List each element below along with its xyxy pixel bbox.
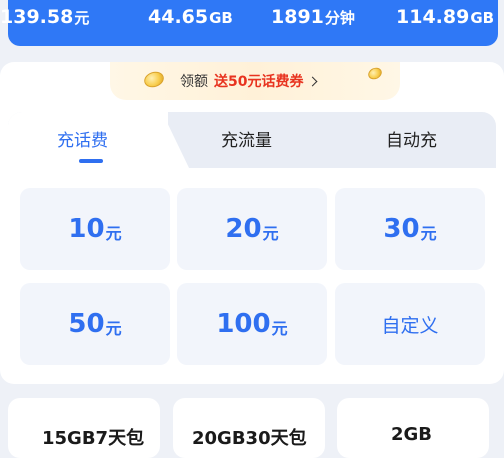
balance-stat-value: 44.65	[148, 6, 209, 28]
amount-tile-50[interactable]: 50 元	[20, 283, 170, 365]
balance-stat-fee[interactable]: 139.58 元	[0, 6, 89, 28]
amount-value: 10	[68, 214, 105, 244]
balance-stat-extra-data[interactable]: 114.89 GB	[396, 6, 494, 28]
package-title: 2GB	[391, 424, 433, 445]
amount-value: 30	[383, 214, 420, 244]
amount-value: 50	[68, 309, 105, 339]
amount-unit: 元	[105, 224, 122, 243]
tab-auto-recharge[interactable]: 自动充	[386, 126, 437, 151]
amount-tile-30[interactable]: 30 元	[335, 188, 485, 270]
amount-tile-custom[interactable]: 自定义	[335, 283, 485, 365]
amount-value: 100	[216, 309, 271, 339]
promo-highlight: 送50元话费券	[214, 74, 304, 90]
custom-amount-label: 自定义	[381, 314, 439, 337]
package-title: 20GB30天包	[192, 428, 307, 449]
amount-unit: 元	[105, 319, 122, 338]
balance-stat-unit: GB	[209, 9, 233, 27]
tab-recharge-fee[interactable]: 充话费	[57, 126, 108, 151]
active-tab-indicator	[79, 159, 103, 163]
balance-stat-value: 139.58	[0, 6, 74, 28]
coin-icon	[366, 65, 384, 82]
coupon-promo-banner[interactable]: 领额 送50元话费券	[110, 62, 400, 100]
chevron-right-icon	[308, 76, 318, 86]
balance-stat-value: 1891	[271, 6, 324, 28]
promo-prefix: 领额	[180, 74, 208, 90]
amount-value: 20	[225, 214, 262, 244]
balance-stat-minutes[interactable]: 1891 分钟	[271, 6, 355, 28]
coin-icon	[142, 69, 166, 90]
amount-tile-10[interactable]: 10 元	[20, 188, 170, 270]
balance-stat-unit: GB	[470, 9, 495, 27]
balance-stat-unit: 分钟	[324, 9, 355, 27]
balance-stat-unit: 元	[74, 9, 90, 27]
amount-unit: 元	[262, 224, 279, 243]
amount-unit: 元	[271, 319, 288, 338]
promo-text: 领额 送50元话费券	[180, 71, 318, 91]
package-title: 15GB7天包	[42, 428, 145, 449]
amount-tile-20[interactable]: 20 元	[177, 188, 327, 270]
amount-tile-100[interactable]: 100 元	[177, 283, 327, 365]
balance-stat-data[interactable]: 44.65 GB	[148, 6, 233, 28]
tab-recharge-data[interactable]: 充流量	[221, 126, 272, 151]
balance-stat-value: 114.89	[396, 6, 470, 28]
amount-unit: 元	[420, 224, 437, 243]
